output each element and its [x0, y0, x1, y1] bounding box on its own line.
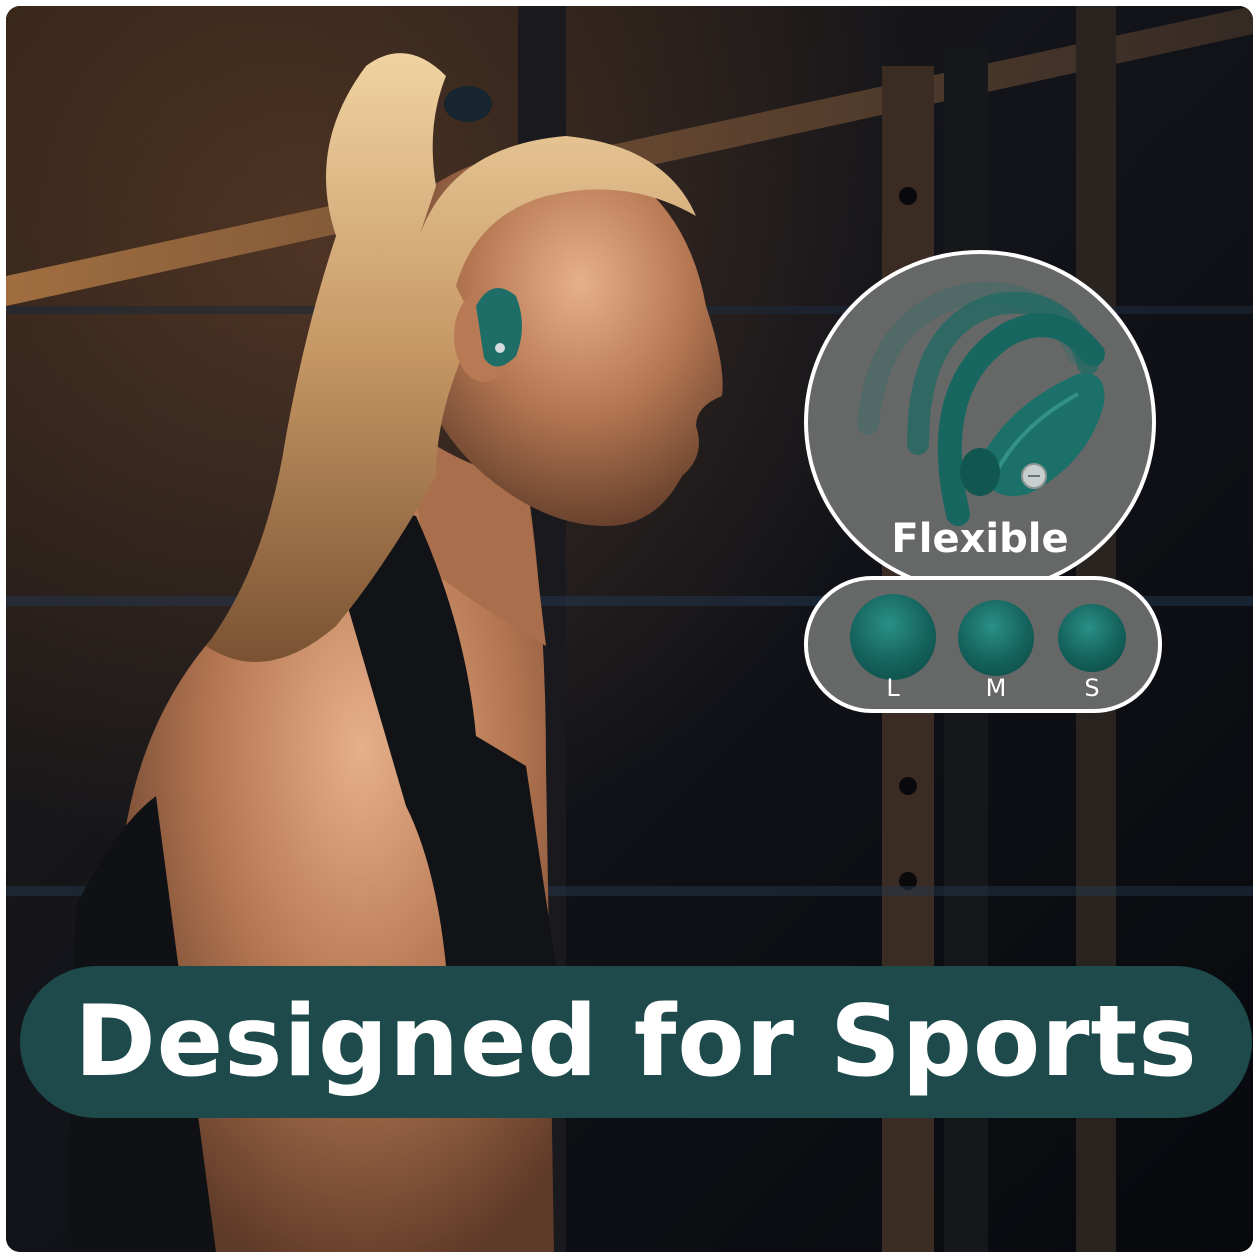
feature-callout: Flexible [804, 250, 1156, 594]
product-image: Flexible L M S Designed for Sports [6, 6, 1253, 1252]
ear-tip-sizes: L M S [804, 576, 1162, 713]
flexible-label: Flexible [891, 516, 1069, 562]
headline-banner: Designed for Sports [20, 966, 1252, 1118]
ear-tip-label-m: M [985, 674, 1007, 702]
ear-tip-small [1058, 604, 1126, 672]
ear-tip-large [850, 594, 936, 680]
ear-tip-medium [958, 600, 1034, 676]
ear-tip-label-s: S [1084, 674, 1100, 702]
ear-tip-label-l: L [886, 674, 900, 702]
headline-text: Designed for Sports [74, 985, 1198, 1099]
